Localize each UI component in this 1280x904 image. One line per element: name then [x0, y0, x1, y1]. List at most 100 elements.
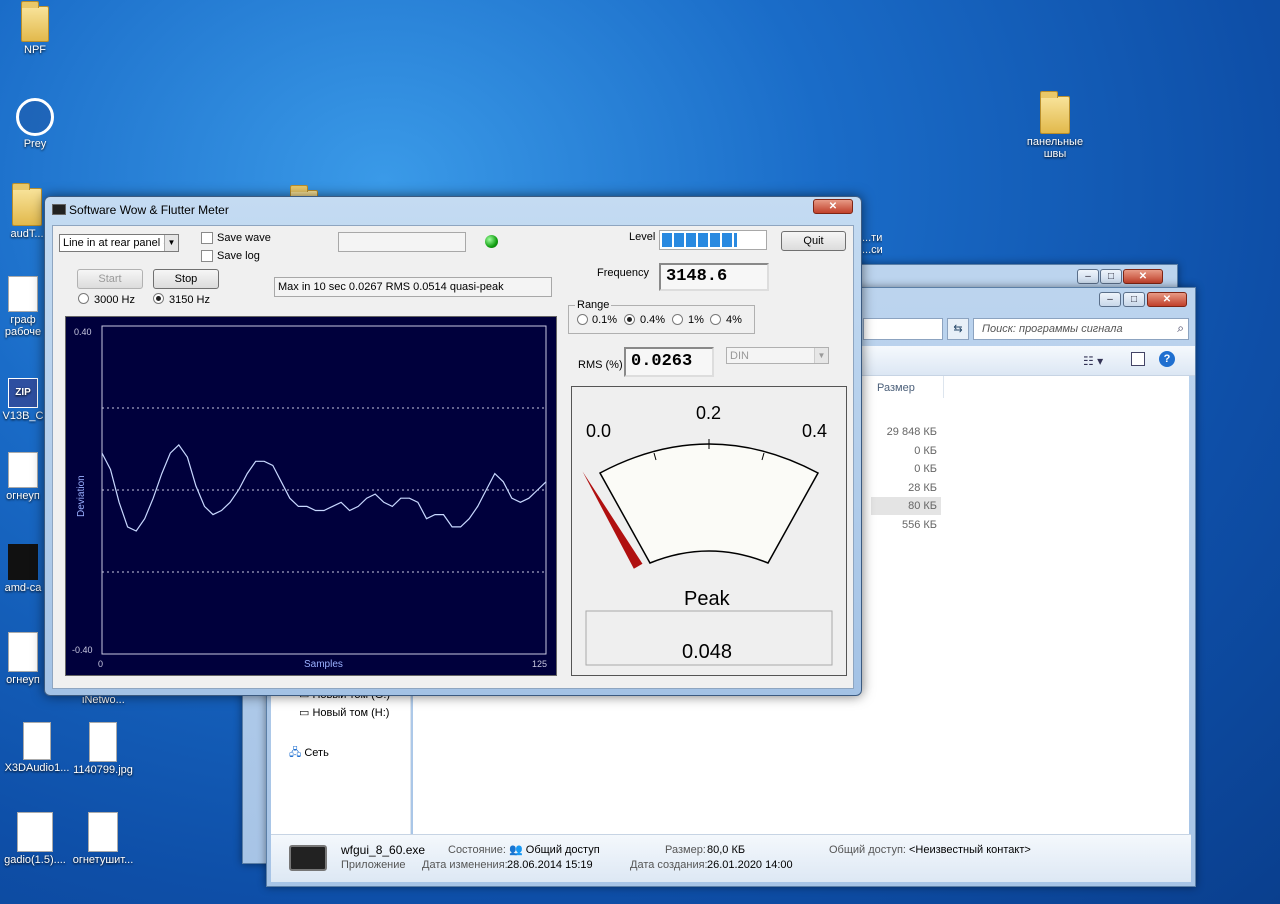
- document-icon: [8, 632, 38, 672]
- view-options-icon[interactable]: ☷ ▾: [1083, 354, 1103, 368]
- peak-meter: 0.0 0.2 0.4 Peak 0.048: [571, 386, 847, 676]
- details-state-label: Состояние:: [448, 844, 506, 856]
- range-radio-0[interactable]: [577, 314, 588, 325]
- status-display: [338, 232, 466, 252]
- search-input[interactable]: Поиск: программы сигнала ⌕: [973, 318, 1189, 340]
- document-icon: [88, 812, 118, 852]
- details-pane: wfgui_8_60.exe Приложение Состояние: 👥 О…: [271, 834, 1191, 882]
- details-share-value: <Неизвестный контакт>: [909, 844, 1031, 856]
- minimize-button[interactable]: –: [1099, 292, 1121, 307]
- input-device-select[interactable]: Line in at rear panel (Blu ▼: [59, 234, 179, 252]
- file-size-3: 0 КБ: [914, 463, 937, 475]
- help-icon[interactable]: ?: [1159, 351, 1175, 367]
- desktop-icon-prey[interactable]: Prey: [0, 98, 70, 150]
- level-meter: [659, 230, 767, 250]
- close-button[interactable]: ✕: [1147, 292, 1187, 307]
- folder-icon: [21, 1, 49, 42]
- details-modified-label: Дата изменения:: [422, 859, 508, 871]
- range-label-3: 4%: [726, 314, 742, 326]
- nav-item-drive-h[interactable]: ▭ Новый том (H:): [299, 706, 389, 719]
- refresh-icon[interactable]: ⇆: [947, 318, 969, 340]
- chevron-down-icon: ▼: [814, 348, 828, 363]
- details-filename: wfgui_8_60.exe: [341, 843, 426, 857]
- details-created-value: 26.01.2020 14:00: [707, 859, 793, 871]
- meter-face: [598, 443, 820, 564]
- waveform-trace: [101, 443, 547, 532]
- x-axis-label: Samples: [304, 659, 343, 670]
- freq-3000-radio[interactable]: [78, 293, 89, 304]
- details-share-label: Общий доступ:: [829, 844, 906, 856]
- range-radio-2[interactable]: [672, 314, 683, 325]
- meter-title: Peak: [684, 588, 731, 610]
- rms-value: 0.0263: [624, 347, 714, 377]
- range-label: Range: [575, 299, 612, 311]
- address-bar[interactable]: [863, 318, 943, 340]
- range-label-0: 0.1%: [592, 314, 618, 326]
- x-tick-start: 0: [98, 659, 103, 669]
- minimize-button[interactable]: –: [1077, 269, 1099, 284]
- desktop-icon-1140799[interactable]: 1140799.jpg: [68, 722, 138, 776]
- peak-meter-svg: 0.0 0.2 0.4 Peak 0.048: [582, 403, 833, 666]
- search-icon: ⌕: [1177, 321, 1184, 335]
- zip-icon: ZIP: [8, 378, 38, 408]
- quit-button[interactable]: Quit: [781, 231, 846, 251]
- document-icon: [8, 276, 38, 312]
- save-log-checkbox[interactable]: [201, 250, 213, 262]
- desktop-icon-panelnye[interactable]: панельные швы: [1020, 91, 1090, 160]
- folder-icon: [1040, 91, 1070, 134]
- chevron-down-icon: ▼: [164, 235, 178, 251]
- prey-icon: [16, 98, 54, 136]
- details-type: Приложение: [341, 859, 406, 871]
- start-button[interactable]: Start: [77, 269, 143, 289]
- file-size-1: 29 848 КБ: [886, 426, 937, 438]
- preview-pane-icon[interactable]: [1131, 352, 1145, 366]
- range-radio-3[interactable]: [710, 314, 721, 325]
- freq-3150-radio[interactable]: [153, 293, 164, 304]
- desktop-icon-gadio[interactable]: gadio(1.5)....: [0, 812, 70, 866]
- meter-scale-min: 0.0: [586, 421, 611, 441]
- meter-scale-max: 0.4: [802, 421, 827, 441]
- network-icon: 🖧: [289, 747, 305, 759]
- wow-flutter-window[interactable]: Software Wow & Flutter Meter ✕ Line in a…: [44, 196, 862, 696]
- meter-scale-mid: 0.2: [696, 403, 721, 423]
- maximize-button[interactable]: □: [1123, 292, 1145, 307]
- column-divider: [943, 376, 944, 398]
- folder-icon: [12, 183, 42, 226]
- measurement-status: Max in 10 sec 0.0267 RMS 0.0514 quasi-pe…: [274, 277, 552, 297]
- save-log-label: Save log: [217, 250, 260, 262]
- details-size-label: Размер:: [665, 844, 706, 856]
- nav-item-network[interactable]: 🖧 Сеть: [289, 744, 329, 763]
- app-client-area: Line in at rear panel (Blu ▼ Save wave S…: [52, 225, 854, 689]
- stop-button[interactable]: Stop: [153, 269, 219, 289]
- waveform-plot-svg: 0.40 -0.40 0 125 Samples Deviation: [72, 325, 547, 670]
- save-wave-label: Save wave: [217, 232, 271, 244]
- column-header-size[interactable]: Размер: [877, 382, 915, 394]
- meter-value: 0.048: [682, 641, 732, 663]
- details-modified-value: 28.06.2014 15:19: [507, 859, 593, 871]
- level-label: Level: [629, 231, 656, 243]
- desktop-icon-x3daudio[interactable]: X3DAudio1...: [2, 722, 72, 774]
- frequency-value: 3148.6: [659, 263, 769, 291]
- file-size-5: 80 КБ: [908, 500, 937, 512]
- desktop-icon-ognetush[interactable]: огнетушит...: [68, 812, 138, 866]
- range-label-2: 1%: [688, 314, 704, 326]
- freq-3000-label: 3000 Hz: [94, 294, 135, 306]
- frequency-label: Frequency: [597, 267, 649, 279]
- users-icon: 👥: [509, 844, 526, 856]
- window-title: Software Wow & Flutter Meter: [69, 203, 229, 217]
- maximize-button[interactable]: □: [1100, 269, 1122, 284]
- details-state-value: 👥 Общий доступ: [509, 844, 600, 856]
- close-button[interactable]: ✕: [1123, 269, 1163, 284]
- range-label-1: 0.4%: [640, 314, 666, 326]
- amd-logo-icon: [8, 544, 38, 580]
- save-wave-checkbox[interactable]: [201, 232, 213, 244]
- close-button[interactable]: ✕: [813, 199, 853, 214]
- details-size-value: 80,0 КБ: [707, 844, 746, 856]
- drive-icon: ▭: [299, 707, 313, 719]
- desktop-icon-npf[interactable]: NPF: [0, 1, 70, 56]
- details-created-label: Дата создания:: [630, 859, 708, 871]
- weighting-select[interactable]: DIN ▼: [726, 347, 829, 364]
- document-icon: [17, 812, 53, 852]
- x-tick-end: 125: [532, 659, 547, 669]
- range-radio-1[interactable]: [624, 314, 635, 325]
